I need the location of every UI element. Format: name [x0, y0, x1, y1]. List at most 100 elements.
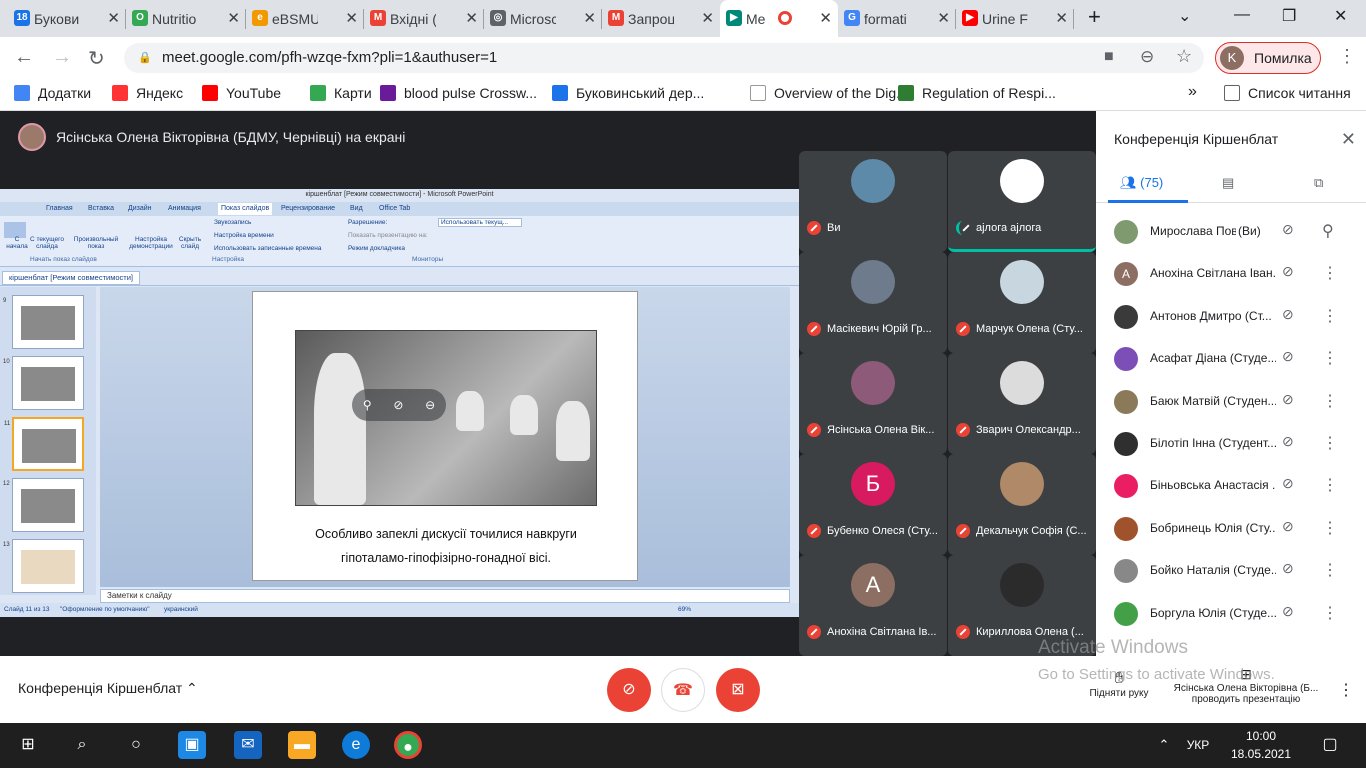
- bookmark-item[interactable]: YouTube: [202, 85, 281, 101]
- mic-muted-icon[interactable]: ⊘: [1282, 475, 1294, 492]
- close-window-icon[interactable]: ✕: [1334, 6, 1347, 26]
- participant-tile[interactable]: А Анохіна Світлана Ів...: [799, 555, 947, 656]
- bookmark-star-icon[interactable]: ☆: [1176, 46, 1192, 67]
- participant-row[interactable]: Білотіп Інна (Студент... ⊘ ⋮: [1096, 423, 1358, 465]
- tab-close-icon[interactable]: ✕: [937, 9, 950, 27]
- profile-button[interactable]: K Помилка: [1215, 42, 1321, 74]
- participant-row[interactable]: Асафат Діана (Студе... ⊘ ⋮: [1096, 338, 1358, 380]
- meeting-title[interactable]: Конференція Кіршенблат ⌃: [18, 680, 198, 697]
- close-panel-icon[interactable]: ✕: [1341, 129, 1356, 150]
- mic-off-icon[interactable]: ⊘: [607, 668, 651, 712]
- mic-muted-icon[interactable]: ⊘: [1282, 433, 1294, 450]
- bookmark-item[interactable]: Додатки: [14, 85, 91, 101]
- tab-close-icon[interactable]: ✕: [345, 9, 358, 27]
- tab-close-icon[interactable]: ✕: [227, 9, 240, 27]
- pin-icon[interactable]: ⚲: [1322, 221, 1334, 241]
- tab-close-icon[interactable]: ✕: [701, 9, 714, 27]
- edge-icon[interactable]: e: [342, 731, 370, 759]
- activities-tab-icon[interactable]: ⧉: [1314, 175, 1323, 191]
- mic-muted-icon[interactable]: ⊘: [1282, 263, 1294, 280]
- bookmark-item[interactable]: blood pulse Crossw...: [380, 85, 537, 101]
- mic-muted-icon[interactable]: ⊘: [1282, 306, 1294, 323]
- participant-row[interactable]: А Анохіна Світлана Іван... ⊘ ⋮: [1096, 253, 1358, 295]
- browser-tab[interactable]: ◎ Microsc ✕: [484, 0, 602, 37]
- explorer-icon[interactable]: ▬: [288, 731, 316, 759]
- more-icon[interactable]: ⋮: [1322, 433, 1338, 453]
- leave-call-icon[interactable]: ☎: [661, 668, 705, 712]
- reading-list-button[interactable]: Список читання: [1224, 85, 1351, 101]
- menu-icon[interactable]: ⋮: [1338, 46, 1356, 67]
- restore-icon[interactable]: ❐: [1282, 6, 1296, 26]
- forward-icon[interactable]: →: [52, 46, 72, 69]
- more-icon[interactable]: ⋮: [1322, 348, 1338, 368]
- mic-muted-icon[interactable]: ⊘: [1282, 603, 1294, 620]
- more-options-icon[interactable]: ⋮: [1338, 680, 1354, 700]
- more-icon[interactable]: ⋮: [1322, 518, 1338, 538]
- participant-tile[interactable]: Ясінська Олена Вік...: [799, 353, 947, 454]
- mail-icon[interactable]: ✉: [234, 731, 262, 759]
- tab-close-icon[interactable]: ✕: [583, 9, 596, 27]
- tab-close-icon[interactable]: ✕: [465, 9, 478, 27]
- windows-start-icon[interactable]: ⊞: [14, 731, 42, 759]
- tab-close-icon[interactable]: ✕: [819, 9, 832, 27]
- store-icon[interactable]: ▣: [178, 731, 206, 759]
- bookmark-item[interactable]: Буковинський дер...: [552, 85, 704, 101]
- language-indicator[interactable]: УКР: [1184, 731, 1212, 759]
- more-icon[interactable]: ⋮: [1322, 391, 1338, 411]
- tab-close-icon[interactable]: ✕: [107, 9, 120, 27]
- reload-icon[interactable]: ↻: [88, 46, 105, 71]
- participant-tile[interactable]: Б Бубенко Олеся (Сту...: [799, 454, 947, 555]
- browser-tab[interactable]: ▶Urine Fc ✕: [956, 0, 1074, 37]
- people-tab[interactable]: 👥︎ (75): [1120, 175, 1163, 191]
- minimize-icon[interactable]: —: [1234, 6, 1250, 24]
- clock[interactable]: 10:00 18.05.2021: [1226, 727, 1296, 763]
- mic-muted-icon[interactable]: ⊘: [1282, 221, 1294, 238]
- browser-tab[interactable]: Gformati ✕: [838, 0, 956, 37]
- url-input[interactable]: 🔒 meet.google.com/pfh-wzqe-fxm?pli=1&auth…: [124, 43, 1204, 73]
- participant-row[interactable]: Антонов Дмитро (Ст... ⊘ ⋮: [1096, 296, 1358, 338]
- participant-tile[interactable]: ajлога ajлога: [948, 151, 1096, 252]
- participant-tile[interactable]: Ви: [799, 151, 947, 252]
- zoom-icon[interactable]: ⊖: [1140, 47, 1154, 67]
- camera-blocked-icon[interactable]: ■: [1104, 48, 1114, 66]
- browser-tab[interactable]: M Запроц ✕: [602, 0, 720, 37]
- participant-tile[interactable]: Зварич Олександр...: [948, 353, 1096, 454]
- more-icon[interactable]: ⋮: [1322, 475, 1338, 495]
- tab-search-icon[interactable]: ⌄: [1178, 6, 1191, 26]
- mic-muted-icon[interactable]: ⊘: [1282, 348, 1294, 365]
- participant-row[interactable]: Баюк Матвій (Студен... ⊘ ⋮: [1096, 381, 1358, 423]
- tab-close-icon[interactable]: ✕: [1055, 9, 1068, 27]
- bookmark-item[interactable]: Regulation of Respi...: [898, 85, 1056, 101]
- participant-row[interactable]: Бобринець Юлія (Сту... ⊘ ⋮: [1096, 508, 1358, 550]
- participant-tile[interactable]: Декальчук Софія (С...: [948, 454, 1096, 555]
- bookmark-item[interactable]: Overview of the Dig...: [750, 85, 908, 101]
- camera-off-icon[interactable]: ⊠: [716, 668, 760, 712]
- cortana-icon[interactable]: ○: [122, 731, 150, 759]
- back-icon[interactable]: ←: [14, 46, 34, 69]
- search-icon[interactable]: ⌕: [68, 731, 96, 759]
- browser-tab[interactable]: ▶ Me ✕: [720, 0, 838, 37]
- participant-row[interactable]: Біньовська Анастасія ... ⊘ ⋮: [1096, 465, 1358, 507]
- chrome-icon[interactable]: ●: [394, 731, 422, 759]
- browser-tab[interactable]: 18 Букови ✕: [8, 0, 126, 37]
- more-bookmarks-icon[interactable]: »: [1188, 83, 1197, 101]
- notifications-icon[interactable]: ▢: [1316, 731, 1344, 759]
- chat-tab-icon[interactable]: ▤: [1222, 175, 1234, 191]
- more-icon[interactable]: ⋮: [1322, 263, 1338, 283]
- more-icon[interactable]: ⋮: [1322, 603, 1338, 623]
- bookmark-item[interactable]: Карти: [310, 85, 372, 101]
- participant-tile[interactable]: Марчук Олена (Сту...: [948, 252, 1096, 353]
- participant-row[interactable]: Мирослава Пов...(Ви) ⊘ ⚲: [1096, 211, 1358, 253]
- browser-tab[interactable]: e eBSMU ✕: [246, 0, 364, 37]
- mic-muted-icon[interactable]: ⊘: [1282, 391, 1294, 408]
- participant-row[interactable]: Бойко Наталія (Студе... ⊘ ⋮: [1096, 550, 1358, 592]
- tray-chevron-icon[interactable]: ⌃: [1150, 731, 1178, 759]
- more-icon[interactable]: ⋮: [1322, 560, 1338, 580]
- browser-tab[interactable]: M Вхідні (✕: [364, 0, 484, 37]
- browser-tab[interactable]: O Nutritio ✕: [126, 0, 246, 37]
- new-tab-icon[interactable]: +: [1088, 4, 1101, 30]
- bookmark-item[interactable]: Яндекс: [112, 85, 183, 101]
- mic-muted-icon[interactable]: ⊘: [1282, 518, 1294, 535]
- participant-tile[interactable]: Масікевич Юрій Гр...: [799, 252, 947, 353]
- mic-muted-icon[interactable]: ⊘: [1282, 560, 1294, 577]
